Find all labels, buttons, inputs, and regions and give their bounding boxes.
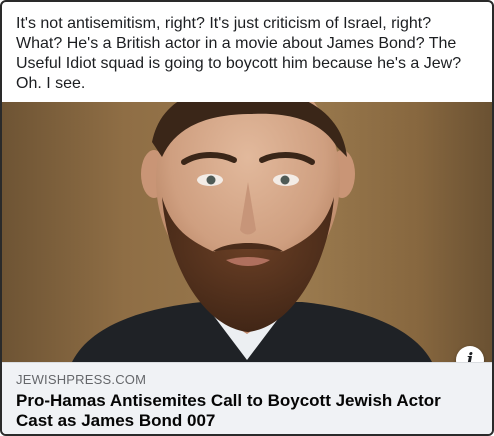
post-text: It's not antisemitism, right? It's just … bbox=[16, 15, 462, 92]
link-domain: JEWISHPRESS.COM bbox=[16, 372, 147, 387]
portrait-illustration bbox=[2, 102, 492, 362]
article-photo[interactable]: i bbox=[2, 102, 492, 362]
facebook-post: It's not antisemitism, right? It's just … bbox=[0, 0, 494, 436]
link-caption[interactable]: JEWISHPRESS.COM Pro-Hamas Antisemites Ca… bbox=[2, 362, 492, 434]
link-headline[interactable]: Pro-Hamas Antisemites Call to Boycott Je… bbox=[16, 391, 478, 431]
link-preview-card[interactable]: i JEWISHPRESS.COM Pro-Hamas Antisemites … bbox=[2, 102, 492, 434]
